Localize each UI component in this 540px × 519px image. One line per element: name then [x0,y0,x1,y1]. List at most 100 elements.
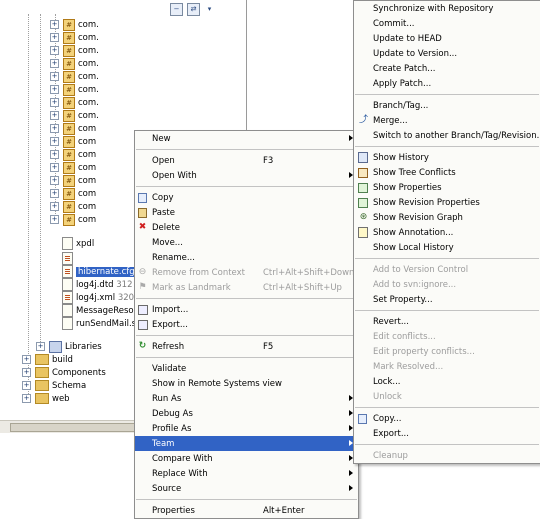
expand-icon[interactable]: + [50,202,59,211]
tree-package-row[interactable]: + # com [50,135,96,148]
team-item-apply-patch[interactable]: Apply Patch... [354,76,540,91]
team-item-show-local-history[interactable]: Show Local History [354,240,540,255]
menu-item-profile-as[interactable]: Profile As [135,421,358,436]
team-item-add-to-version-control[interactable]: Add to Version Control [354,262,540,277]
team-item-create-patch[interactable]: Create Patch... [354,61,540,76]
team-item-branch-tag[interactable]: Branch/Tag... [354,98,540,113]
team-item-show-tree-conflicts[interactable]: Show Tree Conflicts [354,165,540,180]
expand-icon[interactable]: + [50,189,59,198]
tree-libraries-row[interactable]: + Libraries [36,340,102,353]
menu-item-refresh[interactable]: ↻ Refresh F5 [135,339,358,354]
tree-file-row[interactable] [62,252,76,265]
menu-item-move[interactable]: Move... [135,235,358,250]
tree-package-row[interactable]: + # com [50,122,96,135]
expand-icon[interactable]: + [50,33,59,42]
link-with-editor-icon[interactable]: ⇄ [187,2,200,16]
team-item-update-to-head[interactable]: Update to HEAD [354,31,540,46]
tree-package-row[interactable]: + # com [50,174,96,187]
team-item-set-property[interactable]: Set Property... [354,292,540,307]
menu-item-run-as[interactable]: Run As [135,391,358,406]
expand-icon[interactable]: + [50,111,59,120]
tree-package-row[interactable]: + # com. [50,44,99,57]
team-item-update-to-version[interactable]: Update to Version... [354,46,540,61]
expand-icon[interactable]: + [50,85,59,94]
menu-item-import[interactable]: Import... [135,302,358,317]
menu-item-delete[interactable]: ✖ Delete [135,220,358,235]
tree-folder-row[interactable]: + Components [22,366,106,379]
menu-item-compare-with[interactable]: Compare With [135,451,358,466]
tree-folder-row[interactable]: + Schema [22,379,86,392]
menu-item-replace-with[interactable]: Replace With [135,466,358,481]
menu-item-open[interactable]: Open F3 [135,153,358,168]
tree-file-row[interactable]: log4j.xml 3203 [62,291,139,304]
menu-item-export[interactable]: Export... [135,317,358,332]
expand-icon[interactable]: + [22,394,31,403]
expand-icon[interactable]: + [50,137,59,146]
menu-item-validate[interactable]: Validate [135,361,358,376]
tree-package-row[interactable]: + # com. [50,70,99,83]
team-item-mark-resolved[interactable]: Mark Resolved... [354,359,540,374]
team-item-show-history[interactable]: Show History [354,150,540,165]
tree-package-row[interactable]: + # com [50,148,96,161]
menu-item-show-in-remote-systems[interactable]: Show in Remote Systems view [135,376,358,391]
collapse-all-icon[interactable]: − [170,2,183,16]
tree-package-row[interactable]: + # com. [50,83,99,96]
expand-icon[interactable]: + [50,72,59,81]
menu-item-properties[interactable]: Properties Alt+Enter [135,503,358,518]
menu-item-open-with[interactable]: Open With [135,168,358,183]
expand-icon[interactable]: + [50,176,59,185]
tree-package-row[interactable]: + # com [50,161,96,174]
tree-package-row[interactable]: + # com [50,213,96,226]
team-item-edit-property-conflicts[interactable]: Edit property conflicts... [354,344,540,359]
tree-folder-row[interactable]: + build [22,353,73,366]
expand-icon[interactable]: + [36,342,45,351]
tree-package-row[interactable]: + # com. [50,18,99,31]
team-item-revert[interactable]: Revert... [354,314,540,329]
team-item-merge[interactable]: ⤴ Merge... [354,113,540,128]
tree-file-row-selected[interactable]: hibernate.cfg.x [62,265,145,278]
team-item-commit[interactable]: Commit... [354,16,540,31]
expand-icon[interactable]: + [50,98,59,107]
team-item-lock[interactable]: Lock... [354,374,540,389]
tree-file-row[interactable]: log4j.dtd 312 [62,278,133,291]
team-item-switch[interactable]: Switch to another Branch/Tag/Revision... [354,128,540,143]
menu-item-team[interactable]: Team [135,436,358,451]
expand-icon[interactable]: + [22,381,31,390]
menu-item-remove-from-context[interactable]: ⊖ Remove from Context Ctrl+Alt+Shift+Down [135,265,358,280]
menu-item-paste[interactable]: Paste [135,205,358,220]
team-item-show-revision-graph[interactable]: ⊛ Show Revision Graph [354,210,540,225]
expand-icon[interactable]: + [22,355,31,364]
expand-icon[interactable]: + [50,59,59,68]
tree-folder-row[interactable]: + web [22,392,70,405]
team-item-show-revision-properties[interactable]: Show Revision Properties [354,195,540,210]
expand-icon[interactable]: + [50,20,59,29]
tree-file-row[interactable]: MessageResou [62,304,139,317]
tree-package-row[interactable]: + # com. [50,96,99,109]
tree-file-row[interactable]: xpdl [62,237,94,250]
menu-item-copy[interactable]: Copy [135,190,358,205]
tree-package-row[interactable]: + # com. [50,109,99,122]
team-item-synchronize[interactable]: Synchronize with Repository [354,1,540,16]
team-item-show-properties[interactable]: Show Properties [354,180,540,195]
menu-item-new[interactable]: New [135,131,358,146]
team-item-export[interactable]: Export... [354,426,540,441]
expand-icon[interactable]: + [50,124,59,133]
tree-package-row[interactable]: + # com. [50,57,99,70]
tree-package-row[interactable]: + # com. [50,31,99,44]
team-item-add-to-svn-ignore[interactable]: Add to svn:ignore... [354,277,540,292]
team-item-show-annotation[interactable]: Show Annotation... [354,225,540,240]
menu-item-source[interactable]: Source [135,481,358,496]
expand-icon[interactable]: + [50,46,59,55]
menu-item-debug-as[interactable]: Debug As [135,406,358,421]
tree-package-row[interactable]: + # com [50,200,96,213]
tree-file-row[interactable]: runSendMail.sh [62,317,141,330]
view-menu-icon[interactable]: ▾ [204,4,215,15]
team-item-unlock[interactable]: Unlock [354,389,540,404]
tree-package-row[interactable]: + # com [50,187,96,200]
team-item-edit-conflicts[interactable]: Edit conflicts... [354,329,540,344]
menu-item-mark-as-landmark[interactable]: ⚑ Mark as Landmark Ctrl+Alt+Shift+Up [135,280,358,295]
team-item-copy[interactable]: Copy... [354,411,540,426]
menu-item-rename[interactable]: Rename... [135,250,358,265]
expand-icon[interactable]: + [50,150,59,159]
expand-icon[interactable]: + [22,368,31,377]
